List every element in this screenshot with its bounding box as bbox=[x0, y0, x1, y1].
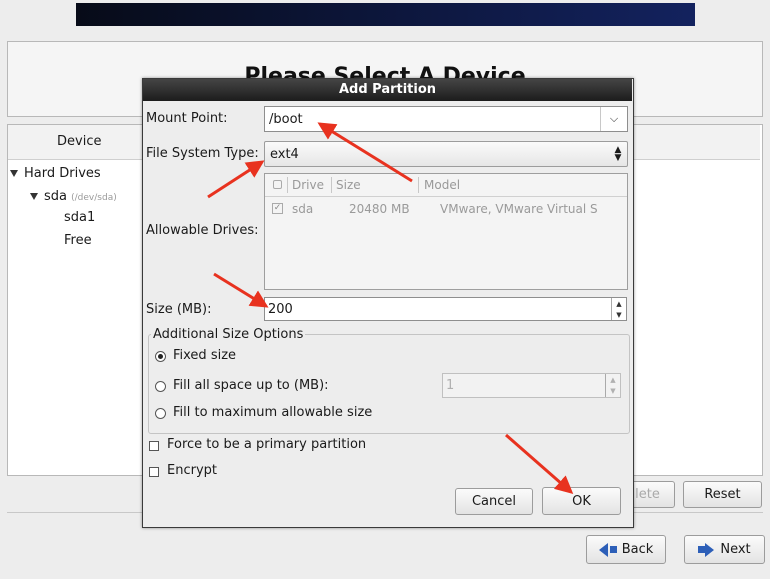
expander-icon[interactable] bbox=[30, 193, 38, 200]
allowable-drives-label: Allowable Drives: bbox=[146, 223, 259, 238]
header-banner bbox=[76, 3, 695, 26]
column-divider bbox=[287, 177, 288, 193]
fs-type-value: ext4 bbox=[270, 146, 299, 162]
spin-up-icon[interactable]: ▲ bbox=[606, 374, 620, 386]
back-button[interactable]: Back bbox=[586, 535, 666, 564]
mount-point-combo[interactable]: /boot ⌵ bbox=[264, 106, 628, 132]
drive-size: 20480 MB bbox=[349, 202, 410, 216]
fixed-size-label[interactable]: Fixed size bbox=[173, 348, 236, 363]
force-primary-checkbox[interactable] bbox=[149, 441, 159, 451]
mount-point-input[interactable]: /boot bbox=[269, 112, 600, 127]
tree-item-hard-drives[interactable]: Hard Drives bbox=[10, 166, 101, 181]
fill-max-radio[interactable] bbox=[155, 408, 166, 419]
additional-size-options-label: Additional Size Options bbox=[151, 327, 306, 342]
size-spinbox[interactable]: 200 ▲ ▼ bbox=[264, 297, 627, 321]
cancel-button[interactable]: Cancel bbox=[455, 488, 533, 515]
col-size[interactable]: Size bbox=[336, 178, 361, 192]
column-divider bbox=[418, 177, 419, 193]
fill-max-label[interactable]: Fill to maximum allowable size bbox=[173, 405, 372, 420]
col-drive[interactable]: Drive bbox=[292, 178, 324, 192]
fixed-size-radio[interactable] bbox=[155, 351, 166, 362]
size-label: Size (MB): bbox=[146, 302, 212, 317]
force-primary-label[interactable]: Force to be a primary partition bbox=[167, 437, 366, 452]
spin-down-icon[interactable]: ▼ bbox=[606, 386, 620, 398]
fs-type-select[interactable]: ext4 ▲ ▼ bbox=[264, 141, 628, 167]
tree-item-sda[interactable]: sda (/dev/sda) bbox=[30, 189, 117, 204]
arrow-right-icon-stem bbox=[698, 546, 706, 553]
next-button[interactable]: Next bbox=[684, 535, 765, 564]
tree-label: sda bbox=[44, 189, 67, 204]
fill-up-to-label[interactable]: Fill all space up to (MB): bbox=[173, 378, 329, 393]
reset-button[interactable]: Reset bbox=[683, 481, 762, 508]
fill-up-to-spinbox[interactable]: 1 ▲ ▼ bbox=[442, 373, 621, 398]
column-divider bbox=[331, 177, 332, 193]
spin-down-icon[interactable]: ▼ bbox=[612, 309, 626, 320]
fill-up-to-input[interactable]: 1 bbox=[443, 374, 605, 397]
drive-name: sda bbox=[292, 202, 314, 216]
drive-checkbox[interactable]: ✓ bbox=[272, 203, 283, 214]
back-label: Back bbox=[621, 542, 654, 557]
encrypt-checkbox[interactable] bbox=[149, 467, 159, 477]
fill-up-to-radio[interactable] bbox=[155, 381, 166, 392]
tree-item-free[interactable]: Free bbox=[64, 233, 92, 248]
spin-up-icon[interactable]: ▲ bbox=[612, 298, 626, 309]
select-all-checkbox[interactable] bbox=[273, 180, 282, 189]
drive-model: VMware, VMware Virtual S bbox=[440, 202, 598, 216]
fs-type-label: File System Type: bbox=[146, 146, 259, 161]
arrow-left-icon bbox=[598, 542, 608, 557]
tree-item-sda1[interactable]: sda1 bbox=[64, 210, 95, 225]
dialog-title: Add Partition bbox=[143, 79, 632, 101]
encrypt-label[interactable]: Encrypt bbox=[167, 463, 217, 478]
tree-label: Hard Drives bbox=[24, 166, 101, 181]
ok-button[interactable]: OK bbox=[542, 487, 621, 515]
column-header-device[interactable]: Device bbox=[57, 134, 101, 149]
disk-path: (/dev/sda) bbox=[71, 193, 117, 203]
chevron-down-icon[interactable]: ⌵ bbox=[600, 107, 627, 131]
updown-icon: ▲ ▼ bbox=[614, 145, 622, 163]
expander-icon[interactable] bbox=[10, 170, 18, 177]
arrow-right-icon bbox=[705, 542, 715, 557]
mount-point-label: Mount Point: bbox=[146, 111, 228, 126]
arrow-left-icon-stem bbox=[609, 546, 617, 553]
col-model[interactable]: Model bbox=[424, 178, 460, 192]
size-input[interactable]: 200 bbox=[265, 298, 611, 320]
next-label: Next bbox=[720, 542, 751, 557]
